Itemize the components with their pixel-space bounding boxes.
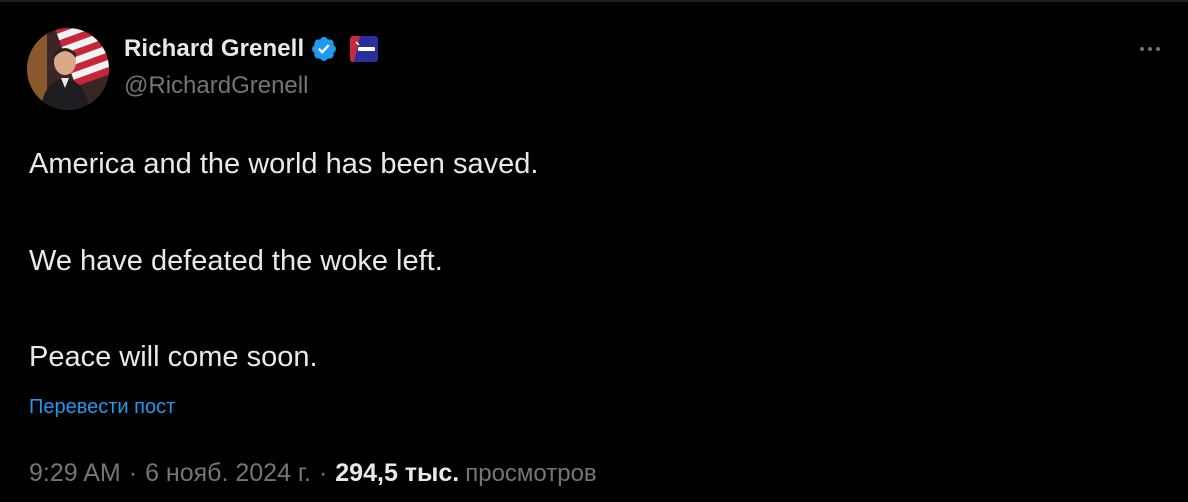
post-text-line: Peace will come soon. xyxy=(29,341,318,373)
meta-separator: · xyxy=(128,459,138,487)
views-label: просмотров xyxy=(465,460,597,487)
post-text-line: We have defeated the woke left. xyxy=(29,245,443,277)
author-display-name[interactable]: Richard Grenell xyxy=(124,35,304,63)
avatar[interactable] xyxy=(27,28,109,110)
post-time[interactable]: 9:29 AM xyxy=(29,459,121,488)
author-name-row: Richard Grenell xyxy=(124,32,379,66)
post-meta: 9:29 AM · 6 нояб. 2024 г. · 294,5 тыс. п… xyxy=(29,459,597,488)
top-divider xyxy=(0,0,1188,2)
more-dot xyxy=(1140,47,1144,51)
more-options-icon[interactable] xyxy=(1134,38,1166,60)
avatar-image xyxy=(27,28,109,110)
cpac-affiliate-badge-icon[interactable] xyxy=(350,36,379,62)
more-dot xyxy=(1156,47,1160,51)
post-date[interactable]: 6 нояб. 2024 г. xyxy=(145,459,311,488)
more-dot xyxy=(1148,47,1152,51)
meta-separator: · xyxy=(318,459,328,487)
post-text-line: America and the world has been saved. xyxy=(29,148,539,180)
translate-post-link[interactable]: Перевести пост xyxy=(29,396,175,419)
views-count[interactable]: 294,5 тыс. xyxy=(335,459,459,488)
tweet-card: Richard Grenell @RichardGrenell America … xyxy=(0,0,1188,502)
author-handle[interactable]: @RichardGrenell xyxy=(124,72,308,100)
verified-badge-icon[interactable] xyxy=(310,35,338,63)
